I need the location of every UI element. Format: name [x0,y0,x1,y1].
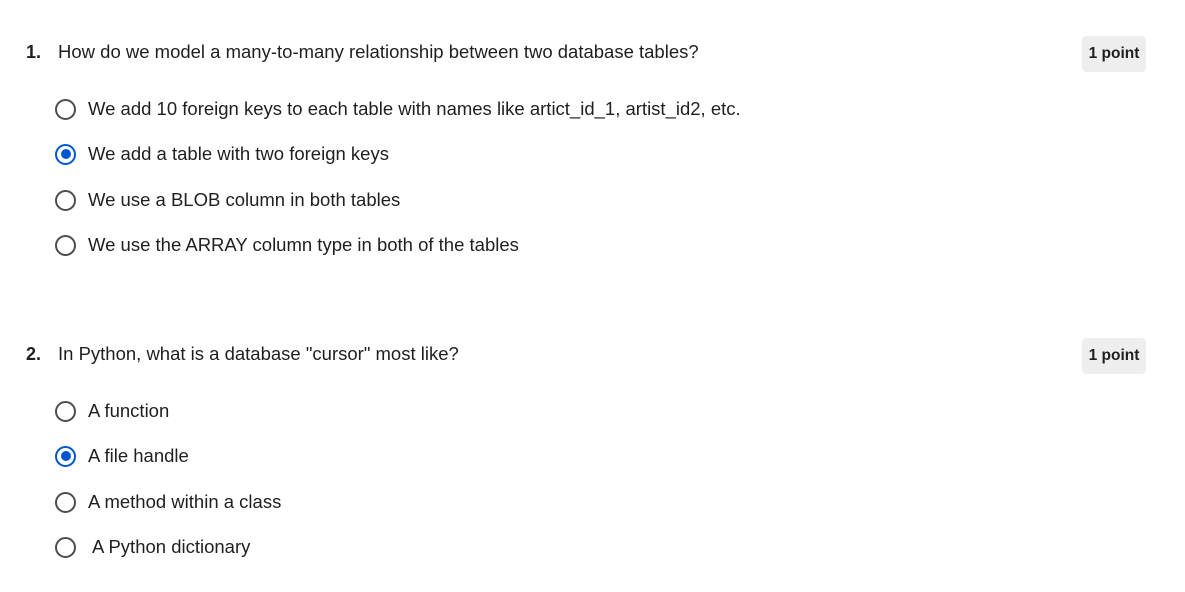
radio-button-icon[interactable] [55,189,76,211]
answer-option-2[interactable]: A file handle [55,442,189,470]
radio-button-icon[interactable] [55,491,76,513]
question-text: In Python, what is a database "cursor" m… [58,343,459,364]
answer-option-label: A function [88,400,170,421]
answer-option-label: A file handle [88,445,189,466]
answer-option-label: We use the ARRAY column type in both of … [88,234,519,255]
answer-option-1[interactable]: We add 10 foreign keys to each table wit… [55,95,741,123]
answer-option-4[interactable]: We use the ARRAY column type in both of … [55,231,519,259]
answer-option-label: We add a table with two foreign keys [88,143,389,164]
radio-button-icon[interactable] [55,536,76,558]
answer-option-label: We use a BLOB column in both tables [88,189,401,210]
question-text: How do we model a many-to-many relations… [58,41,699,62]
answer-option-2[interactable]: We add a table with two foreign keys [55,140,389,168]
radio-button-icon[interactable] [55,400,76,422]
answer-option-label: A method within a class [88,491,282,512]
answer-option-4[interactable]: A Python dictionary [55,533,250,561]
radio-button-selected-icon[interactable] [55,445,76,467]
radio-button-icon[interactable] [55,234,76,256]
question-number: 2. [26,344,42,364]
radio-button-icon[interactable] [55,98,76,120]
answer-option-3[interactable]: A method within a class [55,488,281,516]
answer-option-label: A Python dictionary [92,536,251,557]
radio-button-selected-icon[interactable] [55,143,76,165]
answer-option-1[interactable]: A function [55,397,169,425]
points-badge: 1 point [1082,338,1146,374]
answer-option-label: We add 10 foreign keys to each table wit… [88,98,741,119]
question-number: 1. [26,42,42,62]
answer-option-3[interactable]: We use a BLOB column in both tables [55,186,400,214]
points-badge: 1 point [1082,36,1146,72]
